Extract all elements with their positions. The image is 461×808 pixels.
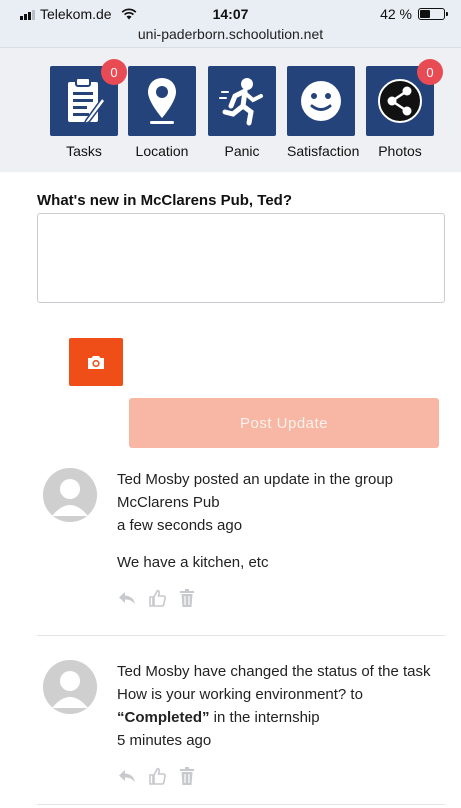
satisfaction-label: Satisfaction xyxy=(287,143,360,159)
feed-divider xyxy=(37,804,445,805)
trash-icon[interactable] xyxy=(177,766,197,786)
composer-prompt: What's new in McClarens Pub, Ted? xyxy=(37,192,292,209)
running-person-icon xyxy=(219,78,263,126)
activity-status: “Completed” xyxy=(117,709,210,726)
location-label: Location xyxy=(135,143,189,159)
like-icon[interactable] xyxy=(147,588,167,608)
smiley-icon xyxy=(301,81,341,121)
avatar[interactable] xyxy=(43,468,97,522)
like-icon[interactable] xyxy=(147,766,167,786)
panic-label: Panic xyxy=(224,143,260,159)
activity-text: Ted Mosby posted an update in the group … xyxy=(117,471,394,511)
satisfaction-shortcut[interactable]: Satisfaction xyxy=(287,66,360,159)
avatar[interactable] xyxy=(43,660,97,714)
location-shortcut[interactable]: Location xyxy=(128,66,196,159)
tasks-badge: 0 xyxy=(101,59,127,85)
clipboard-icon xyxy=(68,77,106,126)
activity-item: Ted Mosby posted an update in the group … xyxy=(37,468,445,628)
tasks-label: Tasks xyxy=(66,143,102,159)
user-placeholder-icon xyxy=(43,468,97,522)
photos-label: Photos xyxy=(378,143,422,159)
activity-message: We have a kitchen, etc xyxy=(117,554,269,571)
location-pin-icon xyxy=(148,78,176,124)
post-update-button[interactable]: Post Update xyxy=(129,398,439,448)
status-update-input[interactable] xyxy=(37,213,445,303)
url-bar[interactable]: uni-paderborn.schoolution.net xyxy=(0,26,461,42)
activity-time: a few seconds ago xyxy=(117,517,243,534)
tasks-shortcut[interactable]: 0 Tasks xyxy=(50,59,127,159)
activity-text-before: Ted Mosby have changed the status of the… xyxy=(117,663,431,703)
battery-icon xyxy=(418,8,448,20)
add-photo-button[interactable] xyxy=(69,338,123,386)
app-shortcut-bar: 0 Tasks Location Panic Satisfaction 0 Ph… xyxy=(0,48,461,172)
share-icon xyxy=(378,79,422,123)
status-bar: Telekom.de 14:07 42 % uni-paderborn.scho… xyxy=(0,0,461,48)
activity-text-after: in the internship xyxy=(209,709,320,726)
activity-item: Ted Mosby have changed the status of the… xyxy=(37,660,445,790)
photos-shortcut[interactable]: 0 Photos xyxy=(366,59,443,159)
photos-badge: 0 xyxy=(417,59,443,85)
panic-shortcut[interactable]: Panic xyxy=(208,66,276,159)
activity-time: 5 minutes ago xyxy=(117,732,212,749)
battery-percent: 42 % xyxy=(380,6,412,22)
activity-text: Ted Mosby have changed the status of the… xyxy=(117,660,443,729)
reply-icon[interactable] xyxy=(117,588,137,608)
feed-divider xyxy=(37,635,445,636)
camera-icon xyxy=(88,355,104,369)
trash-icon[interactable] xyxy=(177,588,197,608)
reply-icon[interactable] xyxy=(117,766,137,786)
user-placeholder-icon xyxy=(43,660,97,714)
